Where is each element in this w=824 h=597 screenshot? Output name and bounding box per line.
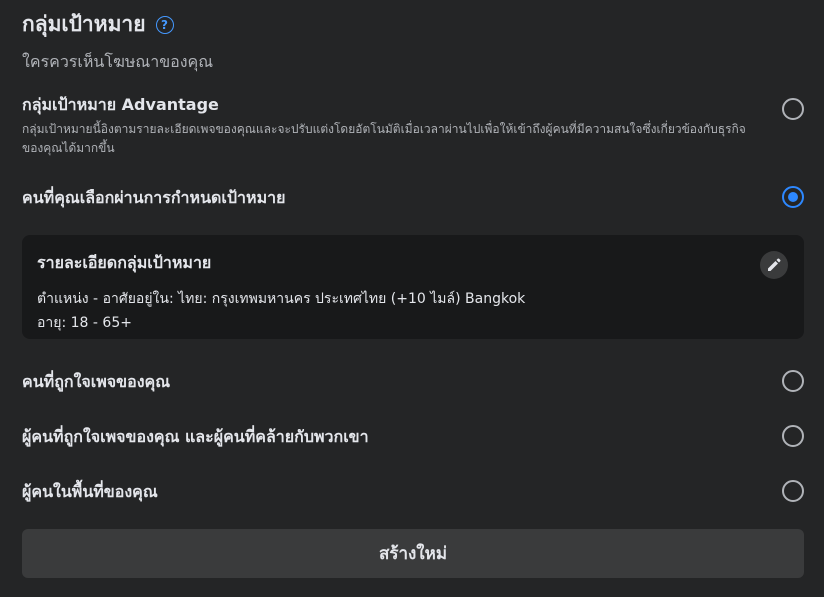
section-subtitle: ใครควรเห็นโฆษณาของคุณ [22, 52, 214, 71]
audience-option-page-likers[interactable]: คนที่ถูกใจเพจของคุณ [22, 370, 804, 394]
section-header: กลุ่มเป้าหมาย ? [22, 8, 174, 41]
radio-button[interactable] [782, 98, 804, 120]
audience-option-local[interactable]: ผู้คนในพื้นที่ของคุณ [22, 480, 804, 504]
detail-age: อายุ: 18 - 65+ [37, 315, 132, 331]
create-new-button[interactable]: สร้างใหม่ [22, 529, 804, 578]
question-circle-icon[interactable]: ? [155, 15, 174, 34]
option-label: ผู้คนในพื้นที่ของคุณ [22, 482, 158, 501]
page-title: กลุ่มเป้าหมาย [22, 12, 146, 36]
audience-option-lookalike[interactable]: ผู้คนที่ถูกใจเพจของคุณ และผู้คนที่คล้ายก… [22, 425, 804, 449]
audience-details-card: รายละเอียดกลุ่มเป้าหมาย ตำแหน่ง - อาศัยอ… [22, 235, 804, 339]
option-label: คนที่คุณเลือกผ่านการกำหนดเป้าหมาย [22, 188, 286, 207]
audience-option-targeting[interactable]: คนที่คุณเลือกผ่านการกำหนดเป้าหมาย [22, 186, 804, 210]
audience-option-advantage[interactable]: กลุ่มเป้าหมาย Advantage กลุ่มเป้าหมายนี้… [22, 93, 804, 163]
radio-button[interactable] [782, 480, 804, 502]
edit-audience-button[interactable] [760, 251, 788, 279]
option-description: กลุ่มเป้าหมายนี้อิงตามรายละเอียดเพจของคุ… [22, 122, 746, 155]
detail-title: รายละเอียดกลุ่มเป้าหมาย [37, 253, 212, 272]
option-label: กลุ่มเป้าหมาย Advantage [22, 95, 219, 114]
detail-location: ตำแหน่ง - อาศัยอยู่ใน: ไทย: กรุงเทพมหานค… [37, 291, 526, 307]
radio-button[interactable] [782, 425, 804, 447]
option-label: คนที่ถูกใจเพจของคุณ [22, 372, 171, 391]
pencil-icon [768, 258, 781, 271]
radio-button-selected[interactable] [782, 186, 804, 208]
option-label: ผู้คนที่ถูกใจเพจของคุณ และผู้คนที่คล้ายก… [22, 427, 369, 446]
radio-button[interactable] [782, 370, 804, 392]
